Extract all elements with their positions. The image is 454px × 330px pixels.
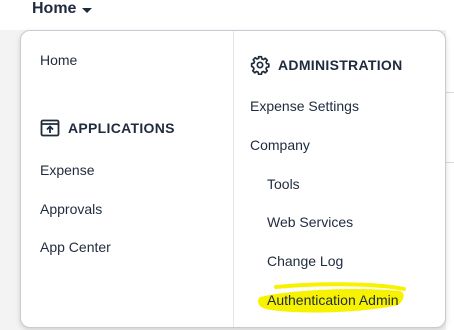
- menu-item-expense[interactable]: Expense: [40, 161, 94, 179]
- menu-item-approvals[interactable]: Approvals: [40, 200, 102, 218]
- home-nav-dropdown[interactable]: Home: [32, 0, 93, 18]
- background-divider: [446, 162, 454, 163]
- menu-item-change-log[interactable]: Change Log: [267, 252, 343, 270]
- gear-icon: [250, 55, 270, 75]
- menu-item-authentication-admin[interactable]: Authentication Admin: [267, 291, 399, 309]
- applications-heading-label: APPLICATIONS: [68, 120, 175, 136]
- home-dropdown-menu: Home APPLICATIONS Expense Approvals App …: [20, 30, 446, 328]
- background-card: [446, 30, 454, 330]
- background-divider: [446, 92, 454, 93]
- administration-heading: ADMINISTRATION: [250, 55, 403, 75]
- menu-item-home[interactable]: Home: [40, 51, 77, 69]
- page: Home Home APPLICATIONS Expense Approvals…: [0, 0, 454, 330]
- applications-heading: APPLICATIONS: [40, 119, 175, 137]
- menu-item-company[interactable]: Company: [250, 136, 310, 154]
- column-divider: [233, 31, 234, 327]
- caret-down-icon: [82, 7, 93, 13]
- home-nav-label: Home: [32, 0, 77, 17]
- menu-item-web-services[interactable]: Web Services: [267, 213, 353, 231]
- menu-item-app-center[interactable]: App Center: [40, 238, 111, 256]
- menu-item-expense-settings[interactable]: Expense Settings: [250, 97, 359, 115]
- menu-item-tools[interactable]: Tools: [267, 175, 300, 193]
- administration-heading-label: ADMINISTRATION: [278, 57, 403, 73]
- app-upload-icon: [40, 119, 60, 137]
